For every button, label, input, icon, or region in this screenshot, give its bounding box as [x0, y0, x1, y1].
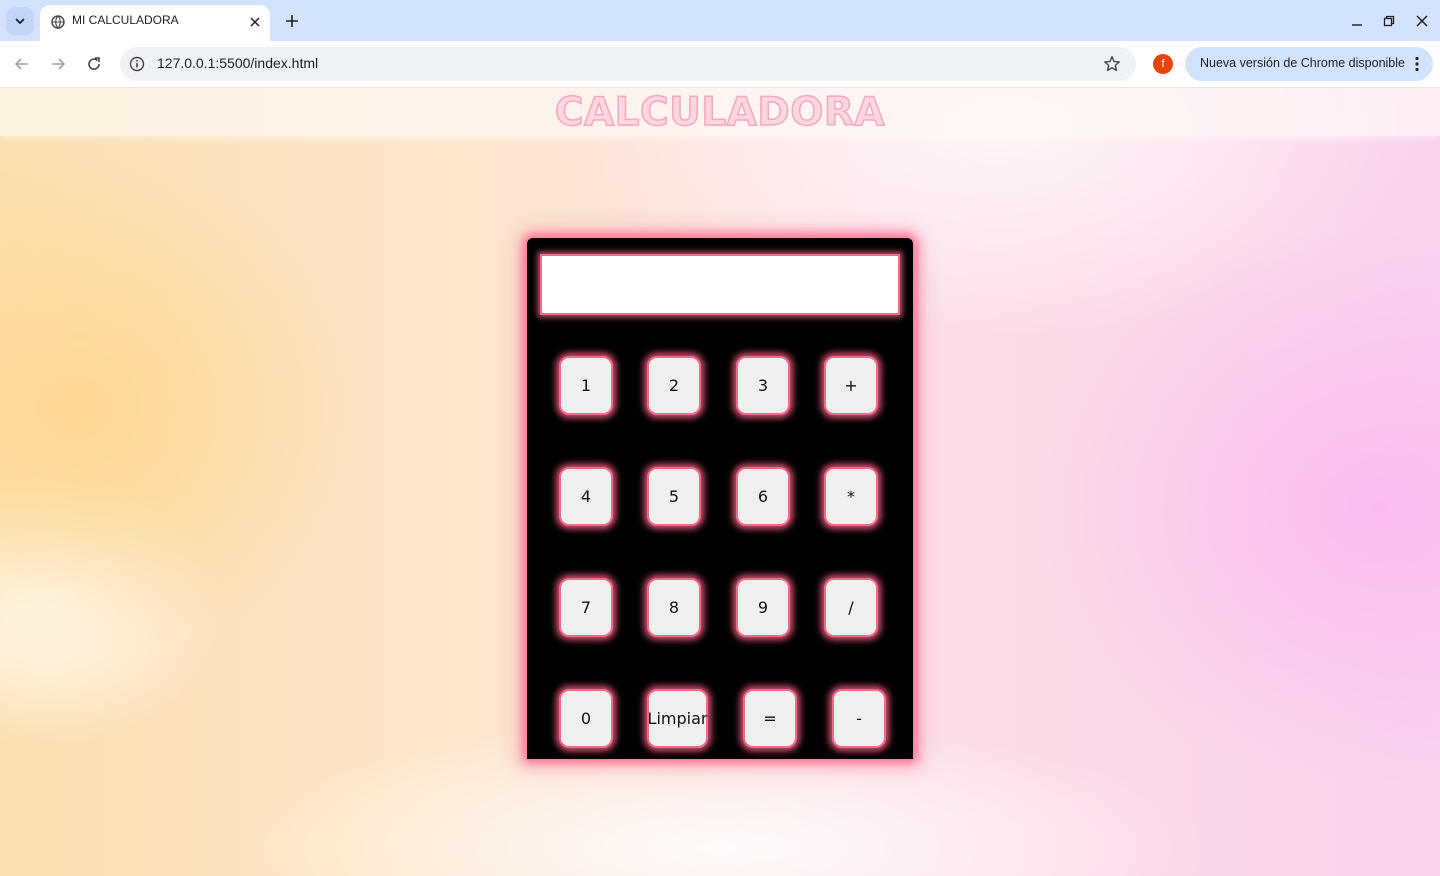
key-9[interactable]: 9	[736, 578, 790, 637]
minimize-button[interactable]	[1346, 10, 1368, 32]
update-label: Nueva versión de Chrome disponible	[1200, 56, 1405, 70]
site-info-icon[interactable]	[128, 55, 146, 73]
key-3[interactable]: 3	[736, 356, 790, 415]
key-multiply[interactable]: *	[824, 467, 878, 526]
minimize-icon	[1352, 24, 1362, 26]
key-8[interactable]: 8	[647, 578, 701, 637]
key-1[interactable]: 1	[559, 356, 613, 415]
profile-avatar[interactable]: f	[1153, 54, 1173, 74]
browser-tab[interactable]: MI CALCULADORA	[40, 5, 270, 41]
key-7[interactable]: 7	[559, 578, 613, 637]
more-vert-icon[interactable]	[1409, 54, 1425, 74]
key-divide[interactable]: /	[824, 578, 878, 637]
forward-button[interactable]	[45, 51, 71, 77]
arrow-left-icon	[14, 58, 28, 70]
globe-icon	[50, 14, 66, 30]
new-tab-button[interactable]	[280, 9, 304, 33]
key-6[interactable]: 6	[736, 467, 790, 526]
tab-close-button[interactable]	[246, 13, 264, 31]
close-window-button[interactable]	[1411, 10, 1433, 32]
page-viewport: CALCULADORA 1 2 3 + 4 5 6 * 7 8 9 / 0 Li…	[0, 88, 1440, 876]
chrome-update-button[interactable]: Nueva versión de Chrome disponible	[1185, 47, 1433, 81]
tab-search-button[interactable]	[6, 7, 34, 35]
key-0[interactable]: 0	[559, 689, 613, 748]
browser-toolbar: 127.0.0.1:5500/index.html f Nueva versió…	[0, 41, 1440, 88]
clear-button[interactable]: Limpiar	[647, 689, 708, 748]
address-bar[interactable]: 127.0.0.1:5500/index.html	[120, 47, 1136, 81]
close-icon	[250, 17, 260, 27]
back-button[interactable]	[9, 51, 35, 77]
key-equals[interactable]: =	[743, 689, 797, 748]
reload-icon	[88, 57, 100, 70]
restore-icon	[1383, 15, 1395, 27]
url-text: 127.0.0.1:5500/index.html	[157, 55, 319, 71]
key-minus[interactable]: -	[832, 689, 886, 748]
arrow-right-icon	[52, 58, 66, 70]
plus-icon	[286, 15, 298, 27]
key-2[interactable]: 2	[647, 356, 701, 415]
chevron-down-icon	[15, 18, 25, 25]
page-header: CALCULADORA	[0, 88, 1440, 136]
key-4[interactable]: 4	[559, 467, 613, 526]
key-plus[interactable]: +	[824, 356, 878, 415]
calculator: 1 2 3 + 4 5 6 * 7 8 9 / 0 Limpiar = -	[527, 238, 913, 759]
restore-button[interactable]	[1378, 10, 1400, 32]
key-5[interactable]: 5	[647, 467, 701, 526]
calculator-display[interactable]	[540, 254, 900, 315]
bookmark-star-icon[interactable]	[1102, 54, 1122, 74]
reload-button[interactable]	[81, 51, 107, 77]
tab-title: MI CALCULADORA	[72, 13, 179, 27]
close-icon	[1416, 15, 1428, 27]
browser-tabstrip: MI CALCULADORA	[0, 0, 1440, 41]
page-title: CALCULADORA	[554, 89, 886, 136]
